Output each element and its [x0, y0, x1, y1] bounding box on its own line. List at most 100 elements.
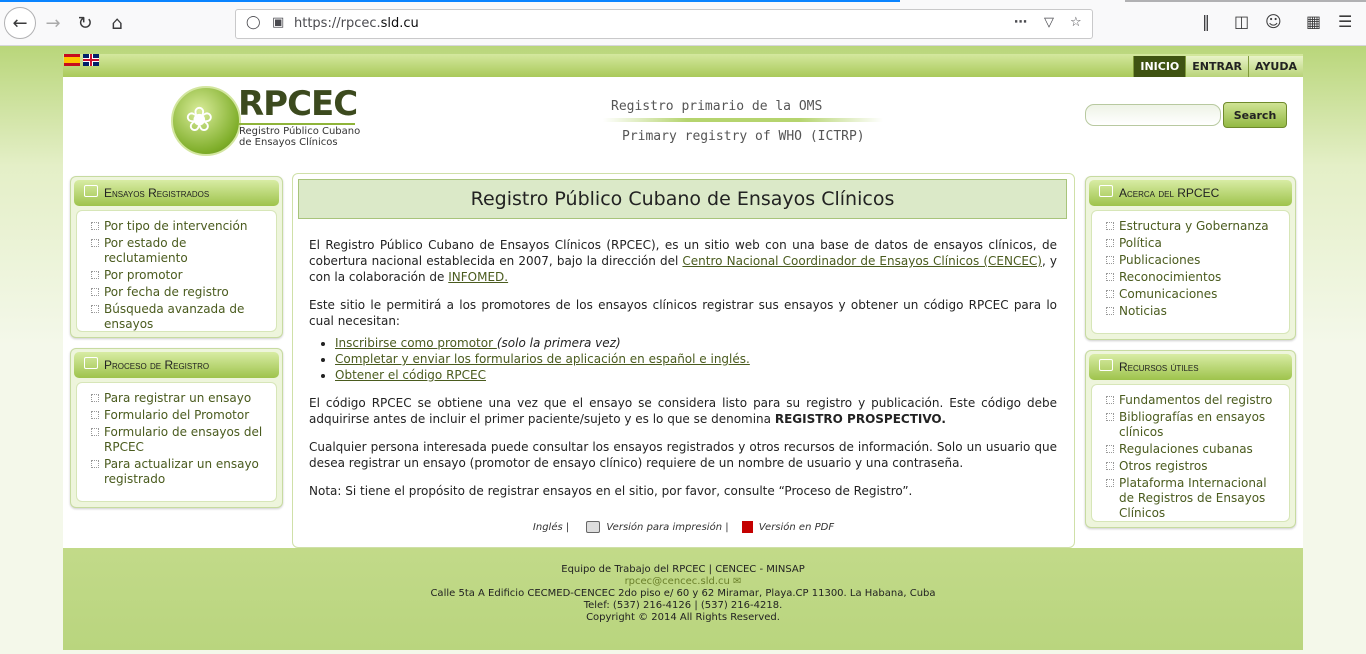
extensions-icon[interactable]: ▦ — [1306, 12, 1321, 31]
pocket-icon[interactable]: ▽ — [1044, 15, 1054, 30]
shield-icon[interactable]: ◯ — [246, 15, 261, 30]
star-icon[interactable]: ☆ — [1070, 15, 1082, 30]
box-title: Proceso de Registro — [104, 358, 210, 372]
infomed-link[interactable]: INFOMED. — [448, 270, 508, 284]
intro-paragraph: El Registro Público Cubano de Ensayos Cl… — [309, 237, 1057, 285]
box-header: Proceso de Registro — [74, 352, 279, 378]
box-body: Por tipo de intervención Por estado de r… — [76, 210, 277, 332]
sidebar-item-otros-registros[interactable]: Otros registros — [1092, 459, 1289, 474]
box-body: Estructura y Gobernanza Política Publica… — [1091, 210, 1290, 334]
box-body: Fundamentos del registro Bibliografías e… — [1091, 384, 1290, 522]
more-icon[interactable]: ⋯ — [1014, 15, 1027, 30]
url-text[interactable]: https://rpcec.sld.cu — [294, 16, 419, 31]
footer-email-text[interactable]: rpcec@cencec.sld.cu — [625, 576, 730, 587]
pdf-version-link[interactable]: Versión en PDF — [759, 522, 834, 533]
home-icon[interactable]: ⌂ — [102, 8, 132, 38]
site-footer: Equipo de Trabajo del RPCEC | CENCEC - M… — [63, 548, 1303, 650]
page-tools: Inglés | Versión para impresión | Versió… — [293, 521, 1074, 533]
page-title: Registro Público Cubano de Ensayos Clíni… — [298, 179, 1067, 219]
registro-prospectivo: REGISTRO PROSPECTIVO. — [774, 412, 946, 426]
sidebar-item-fecha-registro[interactable]: Por fecha de registro — [77, 285, 276, 300]
search-input[interactable] — [1085, 104, 1221, 126]
sidebar-item-actualizar-ensayo[interactable]: Para actualizar un ensayo registrado — [77, 457, 276, 487]
sidebar-item-fundamentos[interactable]: Fundamentos del registro — [1092, 393, 1289, 408]
list-item: Completar y enviar los formularios de ap… — [335, 351, 1057, 367]
sidebar-item-plataforma[interactable]: Plataforma Internacional de Registros de… — [1092, 476, 1289, 521]
inscribirse-link[interactable]: Inscribirse como promotor — [335, 336, 497, 350]
account-icon[interactable]: ☺ — [1265, 12, 1282, 31]
sidebar-item-registrar-ensayo[interactable]: Para registrar un ensayo — [77, 391, 276, 406]
codigo-paragraph: El código RPCEC se obtiene una vez que e… — [309, 395, 1057, 427]
sidebar-item-reconocimientos[interactable]: Reconocimientos — [1092, 270, 1289, 285]
nav-entrar[interactable]: ENTRAR — [1185, 56, 1248, 77]
logo-title[interactable]: RPCEC — [238, 84, 358, 124]
back-icon[interactable]: ← — [4, 7, 36, 39]
nota-paragraph: Nota: Si tiene el propósito de registrar… — [309, 484, 913, 498]
footer-phone: Telef: (537) 216-4126 | (537) 216-4218. — [583, 600, 783, 611]
sidebar-item-publicaciones[interactable]: Publicaciones — [1092, 253, 1289, 268]
logo-subtitle-line2: de Ensayos Clínicos — [239, 137, 338, 148]
sidebar-item-estado-reclutamiento[interactable]: Por estado de reclutamiento — [77, 236, 276, 266]
printer-icon[interactable] — [586, 521, 601, 533]
sidebar-item-tipo-intervencion[interactable]: Por tipo de intervención — [77, 219, 276, 234]
tab-progress-bar — [0, 0, 900, 2]
list-item: Inscribirse como promotor (solo la prime… — [335, 335, 1057, 351]
spanish-flag-icon[interactable] — [64, 54, 80, 66]
sidebar-item-bibliografias[interactable]: Bibliografías en ensayos clínicos — [1092, 410, 1289, 440]
box-title: Ensayos Registrados — [104, 186, 210, 200]
ingles-link[interactable]: Inglés | — [533, 522, 569, 533]
print-version-link[interactable]: Versión para impresión | — [606, 522, 728, 533]
logo-subtitle: Registro Público Cubano de Ensayos Clíni… — [239, 126, 360, 148]
box-header: Ensayos Registrados — [74, 180, 279, 206]
sidebar-item-formulario-ensayos[interactable]: Formulario de ensayos del RPCEC — [77, 425, 276, 455]
obtener-codigo-link[interactable]: Obtener el código RPCEC — [335, 368, 486, 382]
cencec-link[interactable]: Centro Nacional Coordinador de Ensayos C… — [682, 254, 1042, 268]
sidebar-item-politica[interactable]: Política — [1092, 236, 1289, 251]
steps-list: Inscribirse como promotor (solo la prime… — [309, 335, 1057, 383]
reload-icon[interactable]: ↻ — [70, 8, 100, 38]
sidebar-icon[interactable]: ◫ — [1234, 12, 1249, 31]
page-container: INICIO ENTRAR AYUDA ❀ RPCEC Registro Púb… — [63, 54, 1303, 650]
recursos-box: Recursos útiles Fundamentos del registro… — [1085, 350, 1296, 528]
search-button[interactable]: Search — [1223, 102, 1287, 128]
mail-icon: ✉ — [733, 576, 742, 587]
sidebar-item-comunicaciones[interactable]: Comunicaciones — [1092, 287, 1289, 302]
sidebar-item-formulario-promotor[interactable]: Formulario del Promotor — [77, 408, 276, 423]
forward-icon[interactable]: → — [38, 8, 68, 38]
sidebar-item-estructura[interactable]: Estructura y Gobernanza — [1092, 219, 1289, 234]
library-icon[interactable]: ‖ — [1202, 12, 1210, 31]
nav-inicio[interactable]: INICIO — [1133, 56, 1186, 77]
main-body: El Registro Público Cubano de Ensayos Cl… — [309, 237, 1057, 511]
nav-ayuda[interactable]: AYUDA — [1247, 56, 1303, 77]
english-flag-icon[interactable] — [83, 54, 99, 66]
footer-team: Equipo de Trabajo del RPCEC | CENCEC - M… — [561, 564, 805, 575]
list-item: Obtener el código RPCEC — [335, 367, 1057, 383]
footer-email[interactable]: rpcec@cencec.sld.cu ✉ — [63, 576, 1303, 587]
box-header: Recursos útiles — [1089, 354, 1292, 380]
consulta-paragraph: Cualquier persona interesada puede consu… — [309, 440, 1057, 470]
who-divider — [603, 118, 883, 122]
browser-toolbar: ← → ↻ ⌂ ◯ ▣ https://rpcec.sld.cu ⋯ ▽ ☆ ‖… — [0, 0, 1366, 46]
logo-emblem-icon[interactable]: ❀ — [171, 86, 241, 156]
who-registry-en: Primary registry of WHO (ICTRP) — [622, 129, 865, 144]
logo-divider — [238, 123, 355, 125]
comment-icon — [1099, 359, 1113, 371]
comment-icon — [1099, 185, 1113, 197]
footer-copyright: Copyright © 2014 All Rights Reserved. — [586, 612, 780, 623]
box-header: Acerca del RPCEC — [1089, 180, 1292, 206]
url-bar[interactable]: ◯ ▣ https://rpcec.sld.cu ⋯ ▽ ☆ — [235, 9, 1093, 39]
sidebar-item-regulaciones[interactable]: Regulaciones cubanas — [1092, 442, 1289, 457]
proceso-registro-box: Proceso de Registro Para registrar un en… — [70, 348, 283, 508]
sidebar-item-noticias[interactable]: Noticias — [1092, 304, 1289, 319]
box-title: Recursos útiles — [1119, 360, 1199, 374]
sidebar-item-busqueda-avanzada[interactable]: Búsqueda avanzada de ensayos — [77, 302, 276, 332]
box-body: Para registrar un ensayo Formulario del … — [76, 382, 277, 502]
sidebar-item-promotor[interactable]: Por promotor — [77, 268, 276, 283]
completar-formularios-link[interactable]: Completar y enviar los formularios de ap… — [335, 352, 750, 366]
pdf-icon[interactable] — [741, 521, 753, 533]
top-nav: INICIO ENTRAR AYUDA — [1133, 56, 1303, 77]
menu-icon[interactable]: ☰ — [1338, 12, 1352, 31]
tab-strip-edge — [1125, 0, 1366, 2]
box-title: Acerca del RPCEC — [1119, 186, 1220, 200]
lock-icon[interactable]: ▣ — [272, 15, 284, 30]
